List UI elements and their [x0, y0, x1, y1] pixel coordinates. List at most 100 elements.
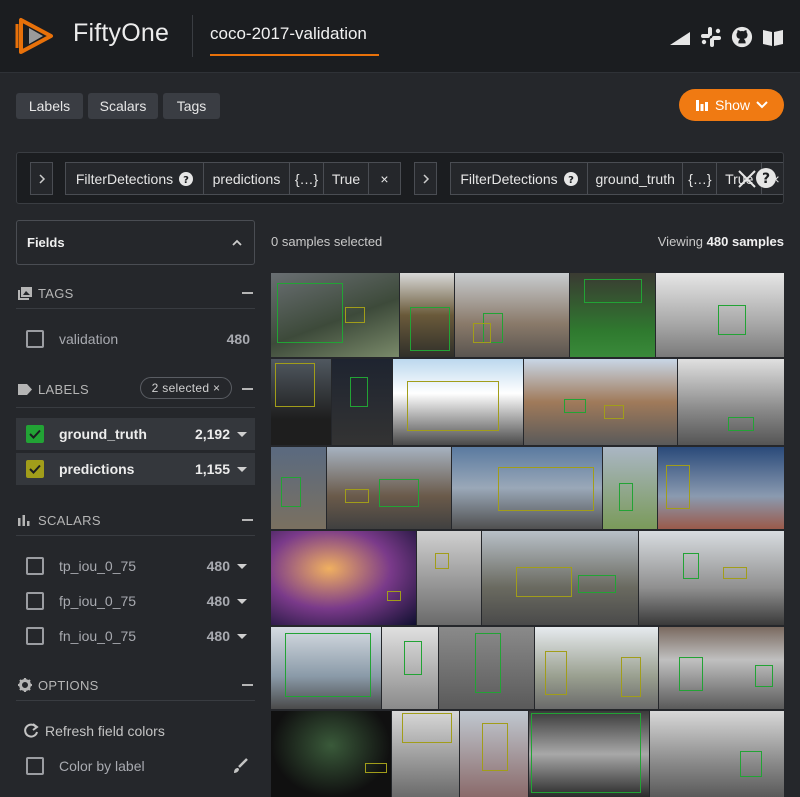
section-labels-header[interactable]: LABELS 2 selected × [16, 377, 255, 401]
stage-expr-value[interactable]: {…} [290, 163, 324, 194]
stage-expand-button-2[interactable] [414, 162, 437, 195]
docs-book-icon[interactable] [761, 26, 785, 48]
section-scalars-title: SCALARS [38, 512, 101, 528]
caret-down-icon[interactable] [237, 598, 247, 604]
scalar-row[interactable]: fn_iou_0_75 480 [16, 620, 255, 652]
show-button[interactable]: Show [679, 89, 784, 121]
checkbox[interactable] [26, 627, 44, 645]
tab-tags[interactable]: Tags [163, 93, 220, 119]
sample-tile[interactable] [535, 627, 658, 709]
stage-only-matches-value[interactable]: True [324, 163, 369, 194]
scalar-row[interactable]: fp_iou_0_75 480 [16, 585, 255, 617]
caret-down-icon[interactable] [237, 431, 247, 437]
collapse-icon[interactable] [242, 684, 253, 686]
sample-tile[interactable] [327, 447, 451, 529]
sample-tile[interactable] [455, 273, 569, 357]
sample-tile[interactable] [678, 359, 784, 445]
svg-text:?: ? [568, 175, 574, 186]
color-by-label-toggle[interactable]: Color by label [16, 750, 255, 782]
fields-dropdown[interactable]: Fields [16, 220, 255, 265]
tab-scalars[interactable]: Scalars [88, 93, 158, 119]
sample-tile[interactable] [393, 359, 523, 445]
samples-grid[interactable] [271, 273, 784, 797]
slack-icon[interactable] [700, 26, 722, 48]
sample-tile[interactable] [639, 531, 784, 625]
checkbox-checked[interactable] [26, 425, 44, 443]
sample-tile[interactable] [400, 273, 454, 357]
checkbox[interactable] [26, 557, 44, 575]
brand-name: FiftyOne [73, 19, 170, 47]
signal-icon[interactable] [668, 26, 692, 48]
sample-tile[interactable] [650, 711, 784, 797]
checkbox[interactable] [26, 330, 44, 348]
sample-tile[interactable] [332, 359, 392, 445]
sample-tile[interactable] [570, 273, 655, 357]
filter-stage-2[interactable]: FilterDetections ? ground_truth {…} True… [450, 162, 783, 195]
sample-tile[interactable] [656, 273, 784, 357]
label-row-ground-truth[interactable]: ground_truth 2,192 [16, 418, 255, 450]
viewing-count-text: Viewing 480 samples [657, 234, 784, 249]
section-tags-header[interactable]: TAGS [16, 281, 255, 305]
stage-field-value[interactable]: predictions [204, 163, 290, 194]
tag-count: 480 [226, 331, 250, 347]
sample-tile[interactable] [382, 627, 438, 709]
sample-tile[interactable] [417, 531, 481, 625]
selected-badge[interactable]: 2 selected × [140, 377, 232, 399]
view-bar[interactable]: FilterDetections ? predictions {…} True … [16, 152, 784, 204]
color-by-label-text: Color by label [59, 758, 145, 774]
collapse-icon[interactable] [242, 519, 253, 521]
stage-expr-value[interactable]: {…} [683, 163, 718, 194]
refresh-label: Refresh field colors [45, 723, 165, 739]
refresh-field-colors-button[interactable]: Refresh field colors [16, 715, 255, 747]
tab-labels[interactable]: Labels [16, 93, 83, 119]
sample-tile[interactable] [271, 711, 391, 797]
checkbox-checked[interactable] [26, 460, 44, 478]
caret-down-icon[interactable] [237, 563, 247, 569]
sample-tile[interactable] [271, 627, 381, 709]
sample-tile[interactable] [392, 711, 459, 797]
sample-tile[interactable] [603, 447, 657, 529]
header-divider [192, 15, 193, 57]
label-count: 1,155 [194, 461, 230, 477]
stage-remove-button[interactable]: × [369, 163, 400, 194]
sample-tile[interactable] [271, 447, 326, 529]
collapse-icon[interactable] [242, 388, 253, 390]
tag-row-validation[interactable]: validation 480 [16, 323, 255, 355]
stage-expand-button[interactable] [30, 162, 53, 195]
sample-tile[interactable] [482, 531, 638, 625]
section-labels-title: LABELS [38, 381, 89, 397]
section-options-header[interactable]: OPTIONS [16, 673, 255, 697]
caret-down-icon[interactable] [237, 633, 247, 639]
filter-stage-1[interactable]: FilterDetections ? predictions {…} True … [65, 162, 401, 195]
sample-tile[interactable] [271, 531, 416, 625]
checkbox[interactable] [26, 592, 44, 610]
label-row-predictions[interactable]: predictions 1,155 [16, 453, 255, 485]
sample-tile[interactable] [452, 447, 602, 529]
sample-tile[interactable] [659, 627, 784, 709]
stage-field-value[interactable]: ground_truth [588, 163, 684, 194]
github-icon[interactable] [730, 26, 754, 48]
gear-icon [18, 678, 32, 692]
section-scalars-header[interactable]: SCALARS [16, 508, 255, 532]
caret-down-icon[interactable] [237, 466, 247, 472]
sample-tile[interactable] [658, 447, 784, 529]
refresh-icon [24, 723, 39, 738]
samples-selected-text: 0 samples selected [271, 234, 383, 249]
sample-tile[interactable] [460, 711, 528, 797]
collapse-icon[interactable] [242, 292, 253, 294]
scalar-row[interactable]: tp_iou_0_75 480 [16, 550, 255, 582]
help-icon[interactable]: ? [179, 171, 194, 186]
stage-name: FilterDetections ? [451, 163, 589, 194]
sample-tile[interactable] [524, 359, 677, 445]
sample-tile[interactable] [271, 359, 331, 445]
view-help-icon[interactable]: ? [755, 167, 777, 189]
dataset-selector[interactable]: coco-2017-validation [210, 24, 367, 44]
brush-icon[interactable] [231, 757, 249, 775]
sample-tile[interactable] [439, 627, 534, 709]
sample-tile[interactable] [529, 711, 649, 797]
checkbox[interactable] [26, 757, 44, 775]
fiftyone-logo-icon[interactable] [15, 16, 57, 56]
sample-tile[interactable] [271, 273, 399, 357]
toolbar: Labels Scalars Tags Show [0, 73, 800, 137]
help-icon[interactable]: ? [563, 171, 578, 186]
